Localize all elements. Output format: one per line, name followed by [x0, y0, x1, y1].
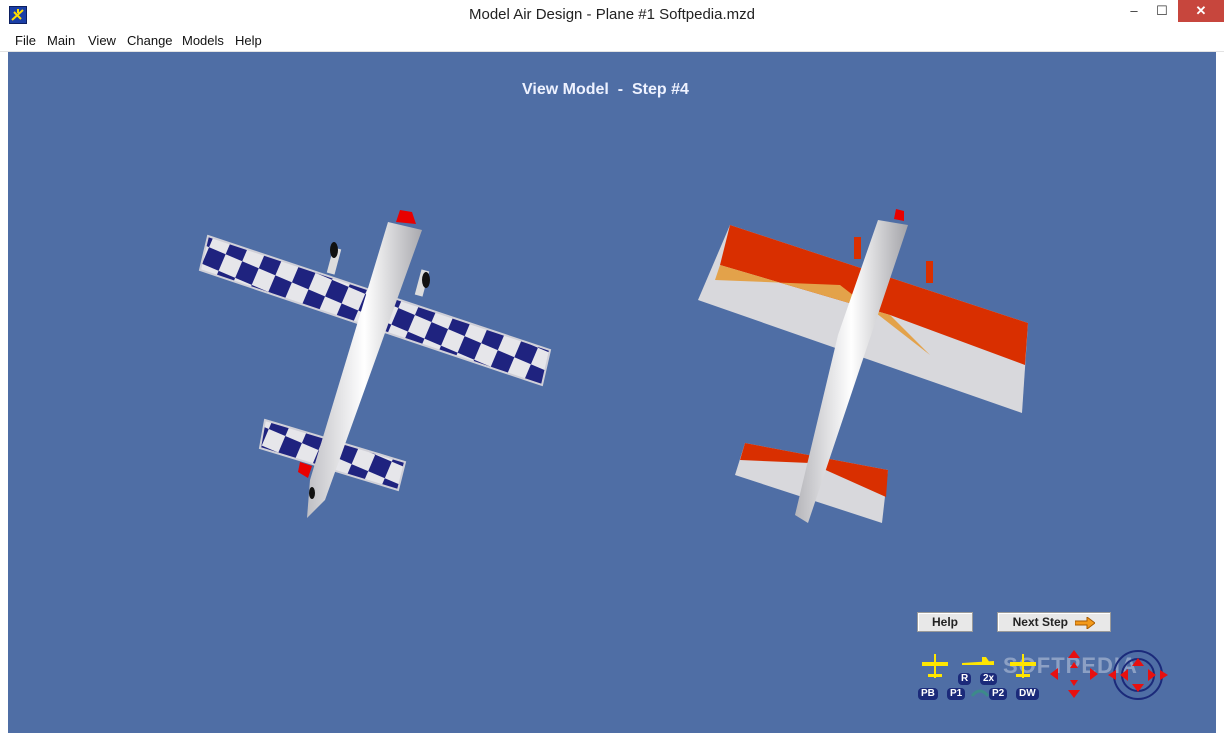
menu-bar: File Main View Change Models Help: [0, 31, 1224, 52]
pb-button[interactable]: PB: [918, 688, 938, 700]
plane-top-view-icon[interactable]: [920, 652, 950, 680]
p1-button[interactable]: P1: [947, 688, 966, 700]
menu-main[interactable]: Main: [47, 33, 75, 48]
checkered-plane-model[interactable]: [190, 200, 570, 530]
title-bar: Model Air Design - Plane #1 Softpedia.mz…: [0, 0, 1224, 32]
p2-button[interactable]: P2: [989, 688, 1008, 700]
orange-plane-model[interactable]: [690, 205, 1040, 530]
plane-side-view-icon[interactable]: [960, 655, 996, 671]
rotate-control-icon[interactable]: [1104, 648, 1172, 702]
plane-front-view-icon[interactable]: [1008, 652, 1038, 680]
view-step-title: View Model - Step #4: [522, 81, 689, 98]
zoom-2x-button[interactable]: 2x: [980, 673, 998, 685]
arrow-right-icon: [1075, 616, 1096, 629]
window-frame-left: [0, 52, 8, 739]
menu-models[interactable]: Models: [182, 33, 224, 48]
rotate-arc-icon[interactable]: [970, 686, 990, 698]
window-title: Model Air Design - Plane #1 Softpedia.mz…: [469, 6, 755, 23]
help-button[interactable]: Help: [917, 612, 973, 632]
dw-button[interactable]: DW: [1016, 688, 1039, 700]
next-step-button[interactable]: Next Step: [997, 612, 1111, 632]
menu-view[interactable]: View: [88, 33, 116, 48]
menu-change[interactable]: Change: [127, 33, 173, 48]
window-frame-right: [1216, 52, 1224, 739]
close-button[interactable]: ✕: [1178, 0, 1224, 22]
r-button[interactable]: R: [958, 673, 972, 685]
maximize-button[interactable]: ☐: [1148, 0, 1176, 22]
next-step-label: Next Step: [1012, 615, 1068, 629]
pan-arrows-icon[interactable]: [1046, 648, 1102, 700]
window-frame-bottom: [0, 733, 1224, 739]
minimize-button[interactable]: –: [1120, 0, 1148, 22]
menu-file[interactable]: File: [15, 33, 36, 48]
menu-help[interactable]: Help: [235, 33, 262, 48]
